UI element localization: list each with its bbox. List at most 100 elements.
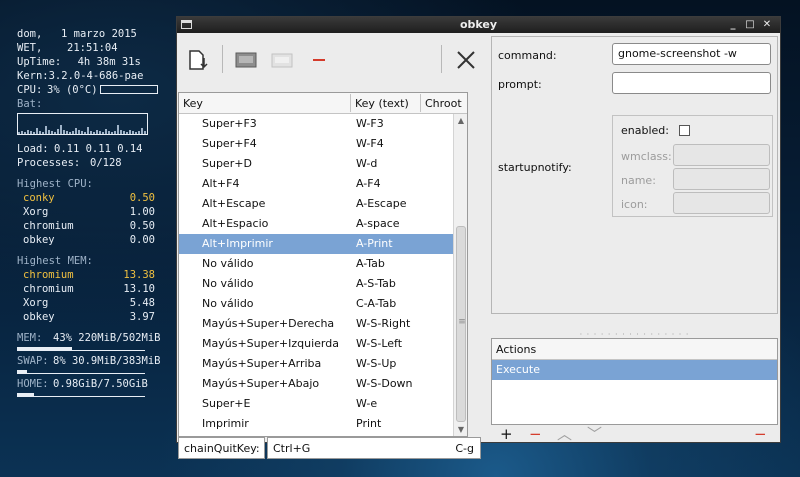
enabled-checkbox[interactable] bbox=[679, 125, 690, 136]
keybind-row[interactable]: Alt+Espacio A-space bbox=[179, 214, 454, 234]
actions-list[interactable]: Actions Execute bbox=[491, 338, 778, 425]
keybind-list-scrollbar[interactable]: ▲ ≡ ▼ bbox=[453, 114, 467, 436]
keybind-list[interactable]: Key Key (text) Chroot Super+F3 W-F3 Super+… bbox=[178, 92, 468, 437]
conky-date-row: dom, 1 marzo 2015 bbox=[17, 27, 177, 41]
cpu-graph-bar bbox=[42, 132, 44, 134]
remove-icon bbox=[313, 59, 325, 61]
keybind-row[interactable]: No válido A-Tab bbox=[179, 254, 454, 274]
scroll-down-arrow-icon[interactable]: ▼ bbox=[454, 425, 468, 434]
keybind-key-text: W-e bbox=[356, 397, 378, 410]
scrollbar-thumb[interactable]: ≡ bbox=[456, 226, 466, 422]
icon-input[interactable] bbox=[673, 192, 770, 214]
cpu-graph-bar bbox=[72, 131, 74, 134]
keybind-key-text: W-F3 bbox=[356, 117, 384, 130]
clear-actions-button[interactable]: − bbox=[754, 426, 767, 442]
actions-toolbar: + − ︿ ﹀ − bbox=[489, 425, 780, 445]
wmclass-input[interactable] bbox=[673, 144, 770, 166]
startupnotify-group: enabled: wmclass: name: icon: bbox=[612, 115, 773, 217]
cpu-graph-bar bbox=[111, 132, 113, 134]
keybind-row[interactable]: Mayús+Super+Izquierda W-S-Left bbox=[179, 334, 454, 354]
keybind-key: Alt+F4 bbox=[202, 177, 240, 190]
conky-uptime-row: UpTime: 4h 38m 31s bbox=[17, 55, 177, 69]
cpu-graph-bar bbox=[90, 131, 92, 134]
keybind-row[interactable]: Super+F4 W-F4 bbox=[179, 134, 454, 154]
keybind-row[interactable]: No válido C-A-Tab bbox=[179, 294, 454, 314]
keybind-row[interactable]: Alt+F4 A-F4 bbox=[179, 174, 454, 194]
icon-label: icon: bbox=[621, 198, 648, 211]
column-header-key-text[interactable]: Key (text) bbox=[355, 97, 409, 110]
cpu-graph-bar bbox=[66, 131, 68, 134]
cpu-graph-bar bbox=[48, 130, 50, 134]
command-label: command: bbox=[498, 49, 557, 62]
keybind-key-text: A-Escape bbox=[356, 197, 407, 210]
conky-cpu-bar bbox=[100, 85, 158, 94]
keybind-key: Alt+Escape bbox=[202, 197, 266, 210]
remove-action-button[interactable]: − bbox=[529, 426, 542, 442]
column-header-key[interactable]: Key bbox=[183, 97, 203, 110]
window-title: obkey bbox=[459, 18, 498, 31]
conky-mem-proc-name: chromium bbox=[23, 283, 74, 295]
keybind-row[interactable]: Super+F3 W-F3 bbox=[179, 114, 454, 134]
keybind-key: No válido bbox=[202, 297, 254, 310]
wmclass-label: wmclass: bbox=[621, 150, 672, 163]
keybind-row[interactable]: Alt+Imprimir A-Print bbox=[179, 234, 454, 254]
conky-cpu-proc-name: Xorg bbox=[23, 206, 49, 218]
save-button[interactable] bbox=[234, 48, 258, 72]
column-header-chroot[interactable]: Chroot bbox=[425, 97, 462, 110]
cpu-graph-bar bbox=[105, 129, 107, 134]
keybind-row[interactable]: Super+E W-e bbox=[179, 394, 454, 414]
keybind-key-text: A-Print bbox=[356, 237, 393, 250]
window-titlebar[interactable]: obkey _ □ ✕ bbox=[177, 17, 780, 33]
name-label: name: bbox=[621, 174, 656, 187]
keybind-row[interactable]: No válido A-S-Tab bbox=[179, 274, 454, 294]
keybind-row[interactable]: Alt+Escape A-Escape bbox=[179, 194, 454, 214]
command-input[interactable]: gnome-screenshot -w bbox=[612, 43, 771, 65]
name-input[interactable] bbox=[673, 168, 770, 190]
properties-pane: command: gnome-screenshot -w prompt: sta… bbox=[489, 34, 780, 442]
cpu-graph-bar bbox=[129, 130, 131, 134]
conky-load-label: Load: bbox=[17, 143, 49, 155]
conky-time-row: WET, 21:51:04 bbox=[17, 41, 177, 55]
scroll-up-arrow-icon[interactable]: ▲ bbox=[454, 116, 468, 125]
keybind-key-text: A-S-Tab bbox=[356, 277, 396, 290]
remove-keybind-button[interactable] bbox=[308, 48, 332, 72]
cpu-graph-bar bbox=[69, 132, 71, 134]
conky-bat-label: Bat: bbox=[17, 98, 43, 110]
add-action-button[interactable]: + bbox=[500, 426, 513, 442]
prompt-input[interactable] bbox=[612, 72, 771, 94]
conky-panel: dom, 1 marzo 2015 WET, 21:51:04 UpTime: 4h… bbox=[17, 27, 177, 400]
column-separator bbox=[420, 94, 421, 112]
cpu-graph-bar bbox=[96, 130, 98, 134]
move-action-down-button[interactable]: ﹀ bbox=[587, 426, 602, 442]
action-item-execute[interactable]: Execute bbox=[492, 360, 777, 380]
keybind-key-text: Print bbox=[356, 417, 382, 430]
move-action-up-button[interactable]: ︿ bbox=[557, 426, 572, 442]
conky-mem-row: MEM: 43% 220MiB/502MiB bbox=[17, 331, 177, 345]
keybind-row[interactable]: Super+D W-d bbox=[179, 154, 454, 174]
keybind-row[interactable]: Imprimir Print bbox=[179, 414, 454, 434]
cpu-graph-bar bbox=[126, 132, 128, 134]
document-import-icon bbox=[189, 50, 208, 70]
keybind-row[interactable]: Mayús+Super+Abajo W-S-Down bbox=[179, 374, 454, 394]
conky-date-label: dom, bbox=[17, 28, 43, 40]
keybind-key-text: W-S-Up bbox=[356, 357, 397, 370]
keybind-row[interactable]: Mayús+Super+Derecha W-S-Right bbox=[179, 314, 454, 334]
keybind-key-text: W-S-Left bbox=[356, 337, 403, 350]
import-button[interactable] bbox=[186, 48, 210, 72]
keybind-key: Super+F4 bbox=[202, 137, 257, 150]
keybind-row[interactable]: Mayús+Super+Arriba W-S-Up bbox=[179, 354, 454, 374]
actions-list-header: Actions bbox=[492, 339, 777, 360]
cpu-graph-bar bbox=[87, 127, 89, 134]
chain-quit-key-input[interactable]: Ctrl+G C-g bbox=[267, 437, 481, 459]
save-icon bbox=[235, 52, 257, 68]
conky-home-bar bbox=[17, 393, 145, 397]
chain-quit-key-row: chainQuitKey: Ctrl+G C-g bbox=[178, 437, 481, 459]
close-window-button[interactable]: ✕ bbox=[762, 19, 772, 30]
save-as-button[interactable] bbox=[270, 48, 294, 72]
conky-cpu-row: CPU: 3% (0°C) bbox=[17, 83, 177, 97]
quit-button[interactable] bbox=[454, 48, 478, 72]
maximize-button[interactable]: □ bbox=[745, 19, 755, 30]
iconify-button[interactable]: _ bbox=[728, 19, 738, 30]
conky-time-value: 21:51:04 bbox=[67, 42, 118, 54]
conky-highest-mem-title: Highest MEM: bbox=[17, 255, 93, 267]
